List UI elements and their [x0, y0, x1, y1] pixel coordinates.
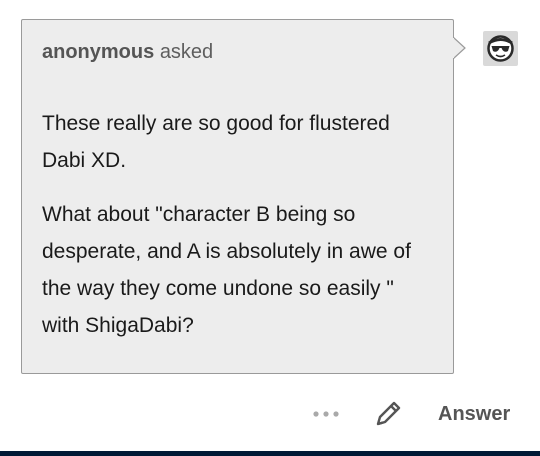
more-dots-icon[interactable]: [311, 406, 343, 422]
post-actions: Answer: [0, 392, 540, 436]
recipient-avatar[interactable]: [483, 31, 518, 66]
footer-bar: [0, 451, 540, 456]
asker-verb: asked: [159, 41, 214, 63]
sunglasses-face-icon: [487, 35, 514, 62]
bubble-pointer: [453, 37, 466, 59]
answer-button[interactable]: Answer: [438, 402, 510, 426]
ask-bubble: anonymous asked These really are so good…: [21, 19, 454, 374]
asker-name[interactable]: anonymous: [42, 41, 154, 63]
question-text: These really are so good for flustered D…: [42, 105, 432, 361]
question-paragraph: What about "character B being so despera…: [42, 203, 411, 337]
pencil-icon[interactable]: [374, 398, 404, 428]
asker-line: anonymous asked: [42, 40, 213, 64]
question-paragraph: These really are so good for flustered D…: [42, 112, 390, 172]
